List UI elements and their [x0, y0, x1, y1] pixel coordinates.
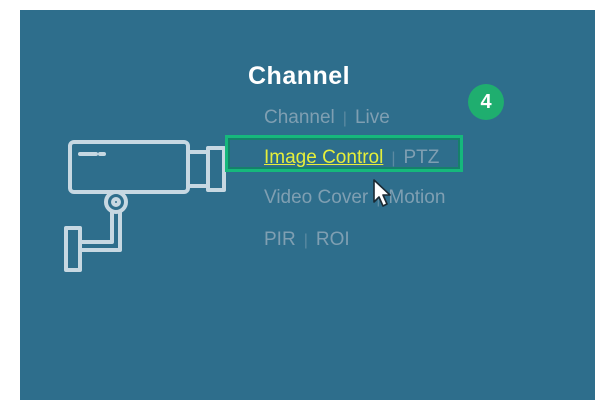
- menu-item-video-cover[interactable]: Video Cover: [264, 187, 368, 208]
- step-highlight-box: [225, 135, 463, 172]
- menu-row-4: PIR | ROI: [264, 229, 350, 251]
- menu-item-live[interactable]: Live: [355, 107, 390, 128]
- page-title: Channel: [248, 62, 351, 90]
- channel-panel: Channel Channel | Live Image Control | PTZ V…: [20, 10, 595, 400]
- step-number-badge: 4: [468, 84, 504, 120]
- menu-row-3: Video Cover|Motion: [264, 187, 445, 209]
- menu-item-channel[interactable]: Channel: [264, 107, 335, 128]
- menu-item-pir[interactable]: PIR: [264, 229, 296, 250]
- mouse-pointer-icon: [373, 179, 391, 207]
- menu-separator: |: [303, 232, 308, 249]
- security-camera-icon: [64, 140, 226, 272]
- menu-separator: |: [342, 110, 347, 127]
- menu-item-motion[interactable]: Motion: [388, 187, 445, 208]
- menu-item-roi[interactable]: ROI: [316, 229, 350, 250]
- menu-row-1: Channel | Live: [264, 107, 390, 129]
